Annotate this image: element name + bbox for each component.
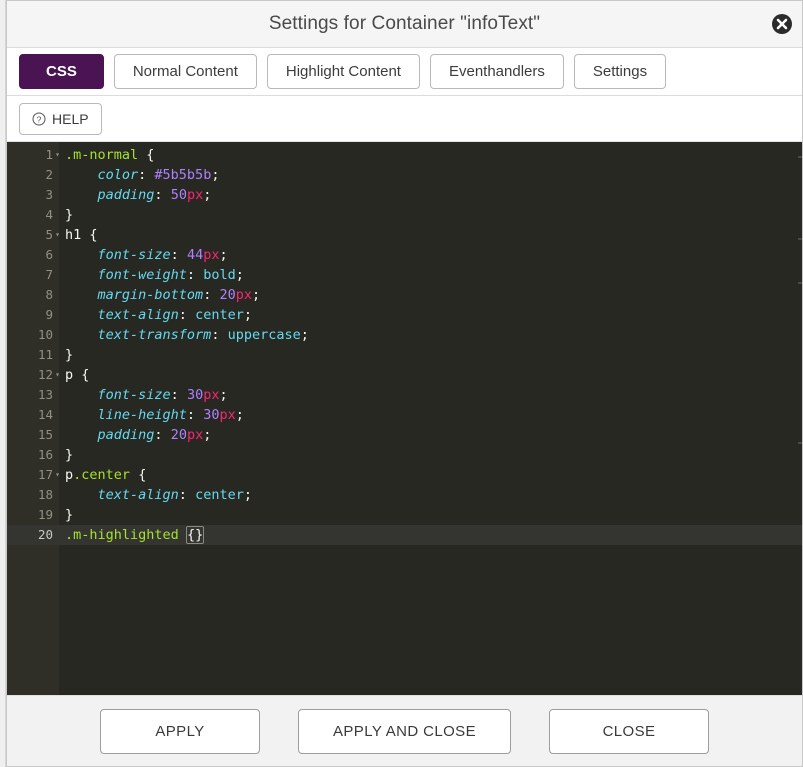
tab-eventhandlers[interactable]: Eventhandlers xyxy=(429,54,564,89)
tab-settings[interactable]: Settings xyxy=(573,54,667,89)
code-line[interactable]: font-size: 44px; xyxy=(59,245,802,265)
line-number: 12 ▾ xyxy=(7,365,60,385)
line-number: 6 xyxy=(45,247,53,262)
dialog-titlebar: Settings for Container "infoText" xyxy=(7,1,802,48)
apply-and-close-button[interactable]: APPLY AND CLOSE xyxy=(297,708,511,754)
line-number: 3 xyxy=(45,187,53,202)
line-number: 19 xyxy=(37,507,53,522)
close-button[interactable]: CLOSE xyxy=(549,708,709,754)
code-line[interactable]: } xyxy=(59,505,802,525)
code-line[interactable]: p.center { xyxy=(59,465,802,485)
line-number: 8 xyxy=(45,287,53,302)
code-line[interactable]: font-weight: bold; xyxy=(59,265,802,285)
line-number: 18 xyxy=(37,487,53,502)
apply-button[interactable]: APPLY xyxy=(99,708,260,754)
line-number: 11 xyxy=(37,347,53,362)
close-circle-icon[interactable] xyxy=(771,13,793,35)
dialog-title: Settings for Container "infoText" xyxy=(268,13,541,34)
code-line[interactable]: } xyxy=(59,205,802,225)
line-number: 7 xyxy=(45,267,53,282)
screen: Settings for Container "infoText" CSS No… xyxy=(0,0,803,767)
help-button[interactable]: ? HELP xyxy=(19,102,102,135)
code-line[interactable]: text-transform: uppercase; xyxy=(59,325,802,345)
line-number: 4 xyxy=(45,207,53,222)
dialog-footer: APPLY APPLY AND CLOSE CLOSE xyxy=(7,695,802,766)
code-line[interactable]: p { xyxy=(59,365,802,385)
line-number: 13 xyxy=(37,387,53,402)
settings-dialog: Settings for Container "infoText" CSS No… xyxy=(6,0,803,767)
tab-highlight-content[interactable]: Highlight Content xyxy=(266,54,420,89)
line-number: 17 ▾ xyxy=(7,465,60,485)
line-number: 16 xyxy=(37,447,53,462)
help-button-label: HELP xyxy=(52,110,89,127)
line-number: 15 xyxy=(37,427,53,442)
line-number: 20 xyxy=(7,525,59,545)
line-number: 1 ▾ xyxy=(7,145,60,165)
code-line[interactable]: h1 { xyxy=(59,225,802,245)
line-number: 14 xyxy=(37,407,53,422)
svg-text:?: ? xyxy=(37,114,42,124)
code-line[interactable]: margin-bottom: 20px; xyxy=(59,285,802,305)
code-line[interactable]: text-align: center; xyxy=(59,305,802,325)
code-line[interactable]: .m-highlighted {} xyxy=(59,525,802,545)
line-number: 9 xyxy=(45,307,53,322)
help-toolbar: ? HELP xyxy=(7,96,802,142)
line-number: 10 xyxy=(37,327,53,342)
line-number: 2 xyxy=(45,167,53,182)
css-code-editor[interactable]: 1 ▾ 2 3 4 5 ▾ 6 7 8 9 10 11 12 ▾ 13 14 15 16 17 ▾ 18 19 20 .m-n… xyxy=(7,142,802,695)
code-line[interactable]: } xyxy=(59,445,802,465)
code-line[interactable]: .m-normal { xyxy=(59,145,802,165)
code-line[interactable]: text-align: center; xyxy=(59,485,802,505)
editor-code-area[interactable]: .m-normal { color: #5b5b5b; padding: 50p… xyxy=(59,142,802,695)
code-line[interactable]: line-height: 30px; xyxy=(59,405,802,425)
tab-normal-content[interactable]: Normal Content xyxy=(113,54,257,89)
code-line[interactable]: padding: 50px; xyxy=(59,185,802,205)
tab-css[interactable]: CSS xyxy=(19,54,104,89)
line-number: 5 ▾ xyxy=(7,225,60,245)
code-line[interactable]: padding: 20px; xyxy=(59,425,802,445)
code-line[interactable]: } xyxy=(59,345,802,365)
tab-bar: CSS Normal Content Highlight Content Eve… xyxy=(7,48,802,96)
code-line[interactable]: font-size: 30px; xyxy=(59,385,802,405)
question-mark-circle-icon: ? xyxy=(32,112,46,126)
editor-line-number-gutter: 1 ▾ 2 3 4 5 ▾ 6 7 8 9 10 11 12 ▾ 13 14 15 16 17 ▾ 18 19 20 xyxy=(7,142,60,695)
code-line[interactable]: color: #5b5b5b; xyxy=(59,165,802,185)
